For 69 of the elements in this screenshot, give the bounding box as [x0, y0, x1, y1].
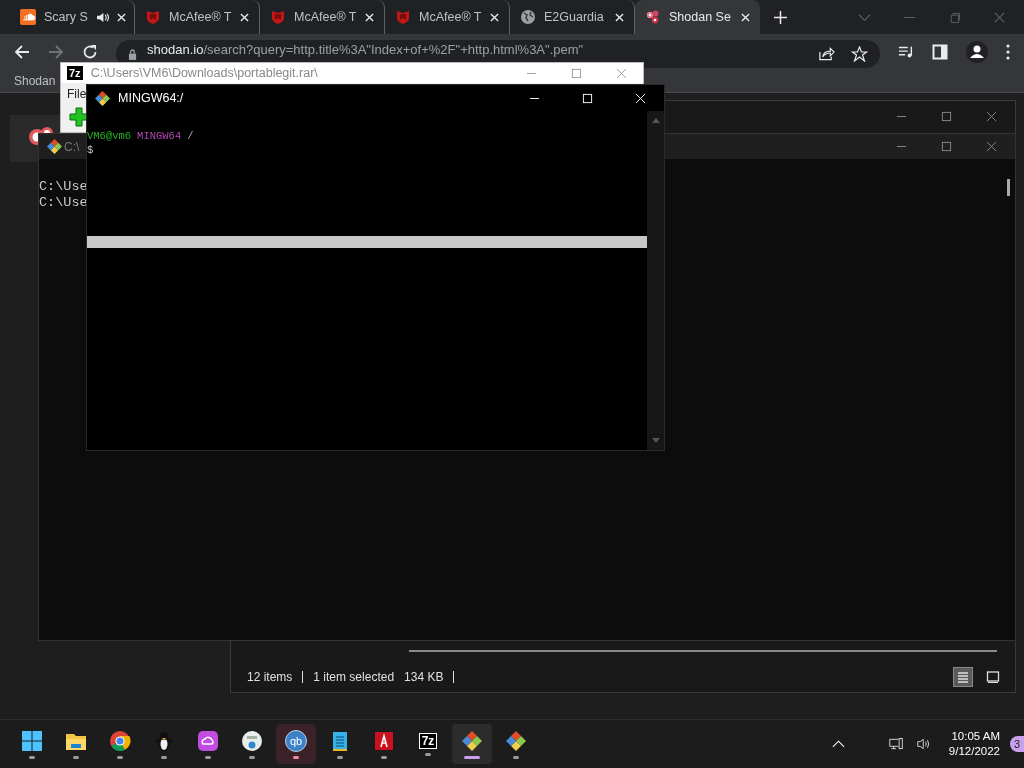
monitor-icon	[986, 670, 1000, 684]
scrollbar-thumb[interactable]	[1007, 179, 1010, 196]
diamond-icon	[47, 139, 62, 154]
bookmark-link[interactable]: Shodan	[14, 74, 56, 88]
taskbar-button[interactable]	[452, 724, 492, 764]
globe-icon	[520, 9, 536, 25]
bubbles-icon	[28, 125, 54, 147]
tab-title: E2Guardia	[544, 10, 605, 24]
new-tab-icon[interactable]	[774, 10, 787, 24]
window-title: MINGW64:/	[118, 91, 184, 105]
taskbar-button[interactable]: qb	[276, 724, 316, 764]
document-icon	[373, 729, 395, 752]
prompt-symbol: $	[87, 143, 94, 157]
status-text: 1 item selected	[313, 670, 395, 684]
diamond-icon	[95, 90, 110, 106]
notification-badge[interactable]: 3	[1010, 736, 1024, 752]
prompt-user: VM6@vm6	[87, 129, 132, 143]
taskbar-button[interactable]: 7z	[408, 724, 448, 764]
menu-icon[interactable]	[1006, 44, 1010, 60]
lock-icon	[128, 48, 137, 60]
browser-tab[interactable]: Shodan Se	[635, 0, 760, 34]
app-logo: 7z	[67, 66, 83, 80]
back-icon[interactable]	[14, 44, 30, 60]
chrome-icon	[109, 729, 131, 752]
scrollbar[interactable]	[647, 111, 664, 450]
diamond-icon	[505, 729, 527, 752]
time-text: 10:05 AM	[951, 729, 1000, 744]
status-text: 134 KB	[404, 670, 444, 684]
dots-icon	[645, 9, 661, 25]
shield-icon	[395, 9, 411, 25]
windows-icon	[21, 729, 43, 752]
prompt-path: /	[187, 129, 194, 143]
globe-icon	[241, 729, 263, 752]
details-view-button[interactable]	[953, 667, 973, 687]
tab-title: Shodan Se	[669, 10, 732, 24]
scroll-up-icon[interactable]	[651, 117, 660, 123]
tab-title: McAfee® T	[419, 10, 482, 24]
console-line: C:\Use	[39, 179, 89, 195]
media-icon[interactable]	[898, 44, 914, 60]
profile-icon[interactable]	[966, 41, 988, 63]
scroll-down-icon[interactable]	[651, 438, 660, 444]
add-icon[interactable]	[69, 107, 89, 127]
list-icon	[956, 670, 970, 684]
console-line: C:\Use	[39, 195, 89, 211]
clock[interactable]: 10:05 AM 9/12/2022	[944, 729, 1004, 759]
reload-icon[interactable]	[82, 44, 98, 60]
penguin-icon	[153, 729, 175, 752]
tab-title: Scary S	[44, 10, 88, 24]
tab-title: McAfee® T	[294, 10, 357, 24]
date-text: 9/12/2022	[948, 744, 1000, 759]
menu-item[interactable]: File	[67, 87, 87, 101]
forward-icon[interactable]	[48, 44, 64, 60]
star-icon[interactable]	[851, 46, 868, 62]
shield-icon	[270, 9, 286, 25]
cloud-icon	[20, 9, 36, 25]
share-icon[interactable]	[818, 46, 835, 62]
scrollbar[interactable]	[409, 650, 997, 652]
side-panel-icon[interactable]	[932, 44, 948, 60]
shield-icon	[145, 9, 161, 25]
tab-title: McAfee® T	[169, 10, 232, 24]
volume-icon[interactable]	[916, 737, 931, 751]
cloud-icon	[197, 729, 219, 752]
diamond-icon	[461, 729, 483, 752]
status-text: 12 items	[247, 670, 293, 684]
chevron-up-icon[interactable]	[831, 740, 845, 748]
window-title: C:\	[64, 139, 80, 154]
network-icon[interactable]	[888, 737, 903, 751]
prompt-system: MINGW64	[137, 129, 182, 143]
window-title: C:\Users\VM6\Downloads\portablegit.rar\	[90, 66, 318, 80]
